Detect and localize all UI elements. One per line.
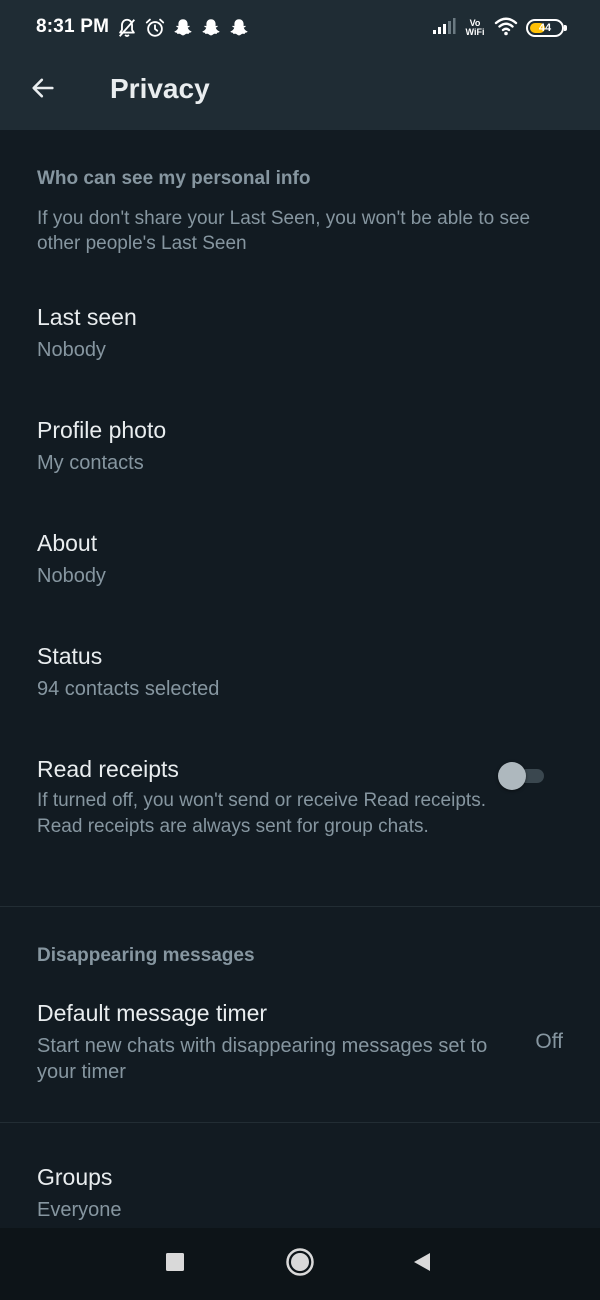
- status-bar: 8:31 PM Vo WiFi 44: [0, 0, 600, 56]
- setting-read-receipts[interactable]: Read receipts If turned off, you won't s…: [0, 732, 600, 882]
- home-circle-icon: [285, 1247, 315, 1282]
- back-triangle-icon: [411, 1251, 433, 1278]
- wifi-icon: [494, 16, 518, 41]
- section-header-disappearing: Disappearing messages: [37, 945, 255, 966]
- setting-title: Default message timer: [37, 1000, 268, 1026]
- section-divider: [0, 906, 600, 907]
- privacy-settings-list: Who can see my personal info If you don'…: [0, 130, 600, 1228]
- section-header-personal-info: Who can see my personal info: [37, 168, 311, 189]
- arrow-left-icon: [29, 74, 57, 107]
- setting-value: 94 contacts selected: [37, 678, 220, 700]
- status-time: 8:31 PM: [36, 16, 110, 37]
- setting-value: Nobody: [37, 565, 106, 587]
- battery-icon: 44: [526, 19, 567, 37]
- recents-button[interactable]: [135, 1228, 215, 1300]
- setting-default-message-timer[interactable]: Default message timer Start new chats wi…: [0, 980, 600, 1100]
- system-navigation-bar: [0, 1228, 600, 1300]
- setting-title: About: [37, 530, 98, 556]
- toggle-thumb: [498, 762, 526, 790]
- setting-value: Nobody: [37, 339, 106, 361]
- vowifi-label-bottom: WiFi: [465, 27, 485, 37]
- battery-level: 44: [538, 22, 552, 34]
- setting-value: Off: [535, 1030, 563, 1053]
- alarm-icon: [144, 17, 166, 39]
- nav-back-button[interactable]: [382, 1228, 462, 1300]
- page-title: Privacy: [110, 73, 210, 104]
- setting-groups[interactable]: Groups Everyone: [0, 1142, 600, 1228]
- recents-square-icon: [165, 1252, 185, 1277]
- setting-status[interactable]: Status 94 contacts selected: [0, 619, 600, 719]
- bell-off-icon: [116, 17, 138, 39]
- setting-title: Read receipts: [37, 756, 179, 782]
- setting-about[interactable]: About Nobody: [0, 506, 600, 606]
- top-bar: 8:31 PM Vo WiFi 44 Privacy: [0, 0, 600, 130]
- status-notification-icons: [116, 16, 250, 40]
- signal-icon: [432, 17, 456, 40]
- setting-title: Groups: [37, 1164, 113, 1190]
- setting-value: Everyone: [37, 1199, 122, 1221]
- setting-description: Start new chats with disappearing messag…: [37, 1035, 488, 1083]
- setting-last-seen[interactable]: Last seen Nobody: [0, 280, 600, 380]
- section-divider: [0, 1122, 600, 1123]
- setting-title: Last seen: [37, 304, 137, 330]
- status-system-icons: Vo WiFi 44: [432, 14, 567, 42]
- setting-profile-photo[interactable]: Profile photo My contacts: [0, 393, 600, 493]
- setting-title: Profile photo: [37, 417, 167, 443]
- setting-title: Status: [37, 643, 103, 669]
- setting-value: My contacts: [37, 452, 144, 474]
- read-receipts-toggle[interactable]: [498, 760, 548, 790]
- snapchat-icon: [172, 17, 194, 39]
- vowifi-indicator: Vo WiFi: [464, 19, 486, 37]
- snapchat-icon: [200, 17, 222, 39]
- setting-description: If turned off, you won't send or receive…: [37, 790, 486, 837]
- snapchat-icon: [228, 17, 250, 39]
- home-button[interactable]: [260, 1228, 340, 1300]
- back-button[interactable]: [22, 69, 64, 111]
- app-bar: Privacy: [0, 56, 600, 130]
- section-description-personal-info: If you don't share your Last Seen, you w…: [37, 208, 531, 254]
